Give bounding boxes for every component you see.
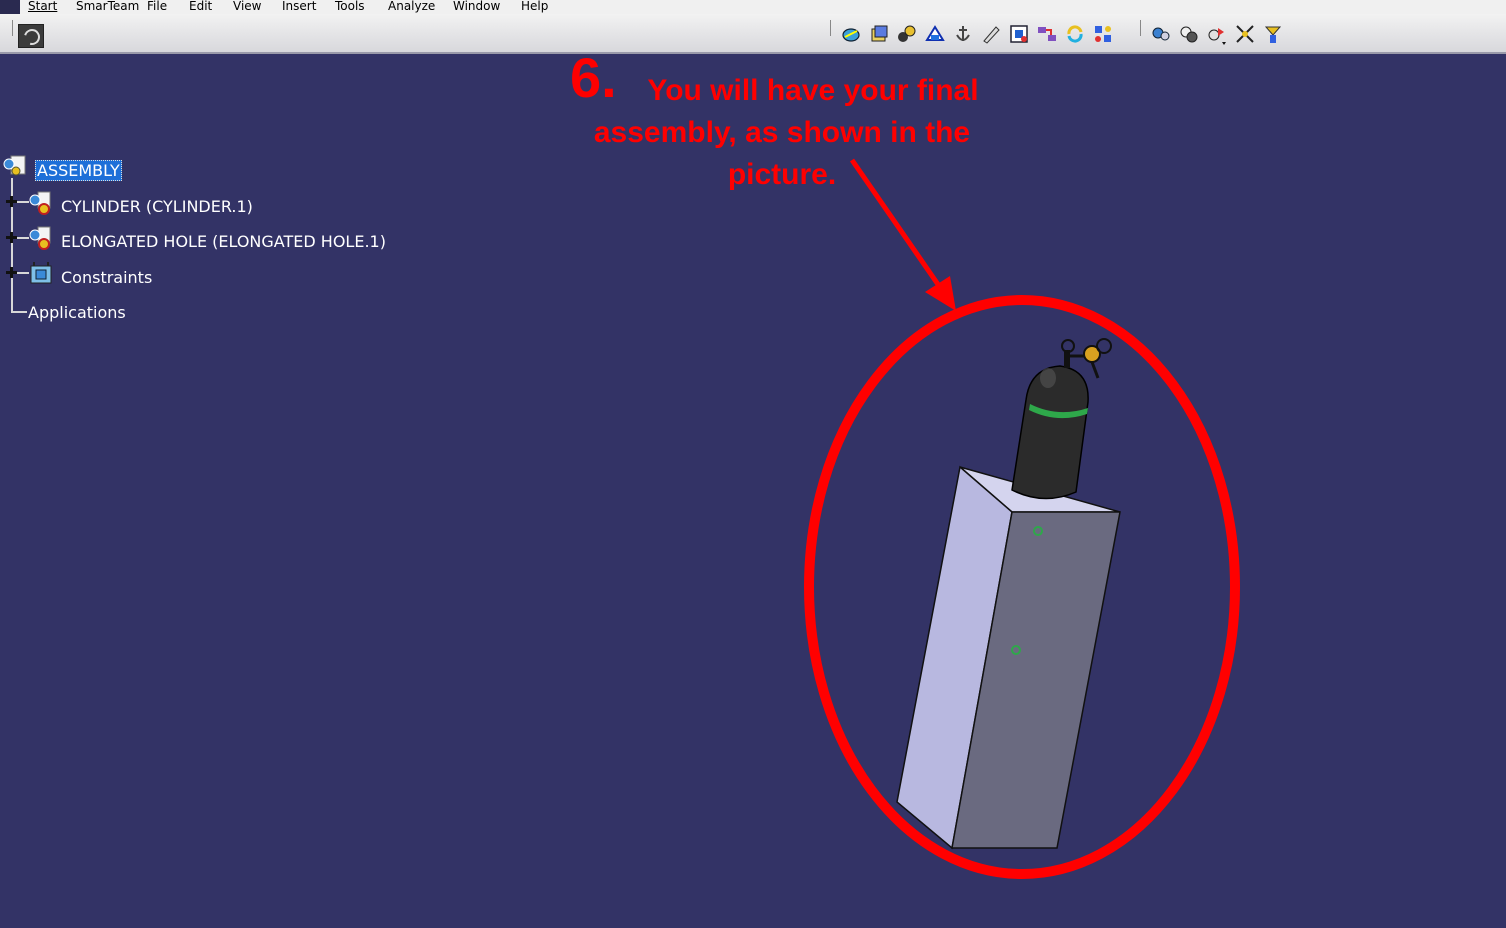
annotation-text: You will have your final assembly, as sh… bbox=[572, 70, 992, 196]
regulator-gauge-icon bbox=[1096, 338, 1112, 354]
regulator-outlet bbox=[1090, 361, 1100, 379]
annotation-arrowhead bbox=[925, 276, 956, 311]
annotation-text-body: You will have your final assembly, as sh… bbox=[593, 74, 979, 191]
cylinder-highlight bbox=[1040, 368, 1056, 388]
